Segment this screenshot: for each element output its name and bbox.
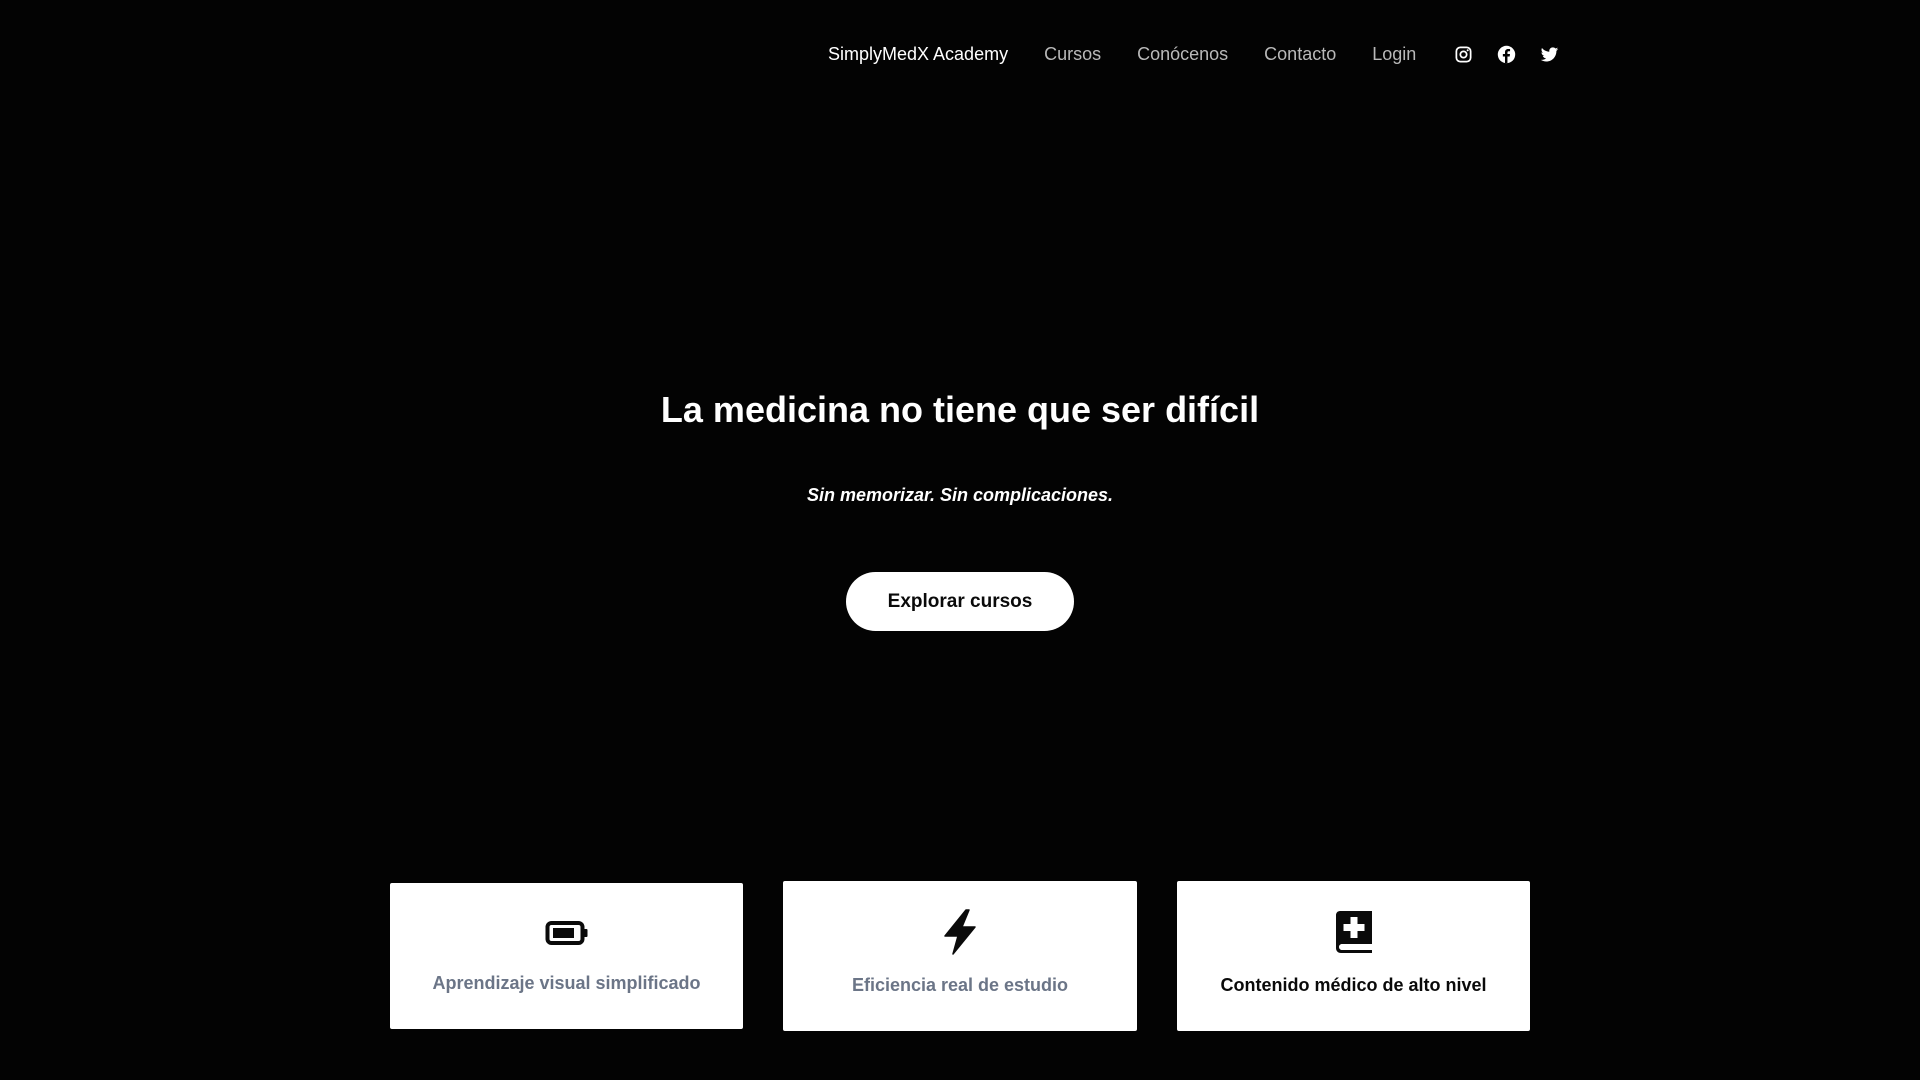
explore-courses-button[interactable]: Explorar cursos [846,572,1074,631]
nav-link-cursos[interactable]: Cursos [1044,44,1101,65]
nav-link-contacto[interactable]: Contacto [1264,44,1336,65]
medical-book-icon [1334,910,1374,954]
feature-card-visual-learning: Aprendizaje visual simplificado [390,883,743,1029]
feature-label: Aprendizaje visual simplificado [432,973,701,993]
feature-card-study-efficiency: Eficiencia real de estudio [783,881,1137,1031]
hero-title: La medicina no tiene que ser difícil [660,389,1260,430]
hero-subtitle: Sin memorizar. Sin complicaciones. [806,485,1114,505]
feature-card-medical-content: Contenido médico de alto nivel [1177,881,1530,1031]
feature-label: Contenido médico de alto nivel [1220,975,1487,995]
battery-icon [545,920,589,946]
top-navigation: SimplyMedX Academy Cursos Conócenos Cont… [828,38,1559,70]
lightning-bolt-icon [940,909,980,955]
facebook-icon[interactable] [1497,45,1516,64]
twitter-icon[interactable] [1540,45,1559,64]
nav-link-login[interactable]: Login [1372,44,1416,65]
feature-label: Eficiencia real de estudio [851,975,1069,995]
nav-brand-link[interactable]: SimplyMedX Academy [828,44,1008,65]
nav-link-conocenos[interactable]: Conócenos [1137,44,1228,65]
page: SimplyMedX Academy Cursos Conócenos Cont… [0,0,1920,1080]
instagram-icon[interactable] [1454,45,1473,64]
social-links [1454,45,1559,64]
